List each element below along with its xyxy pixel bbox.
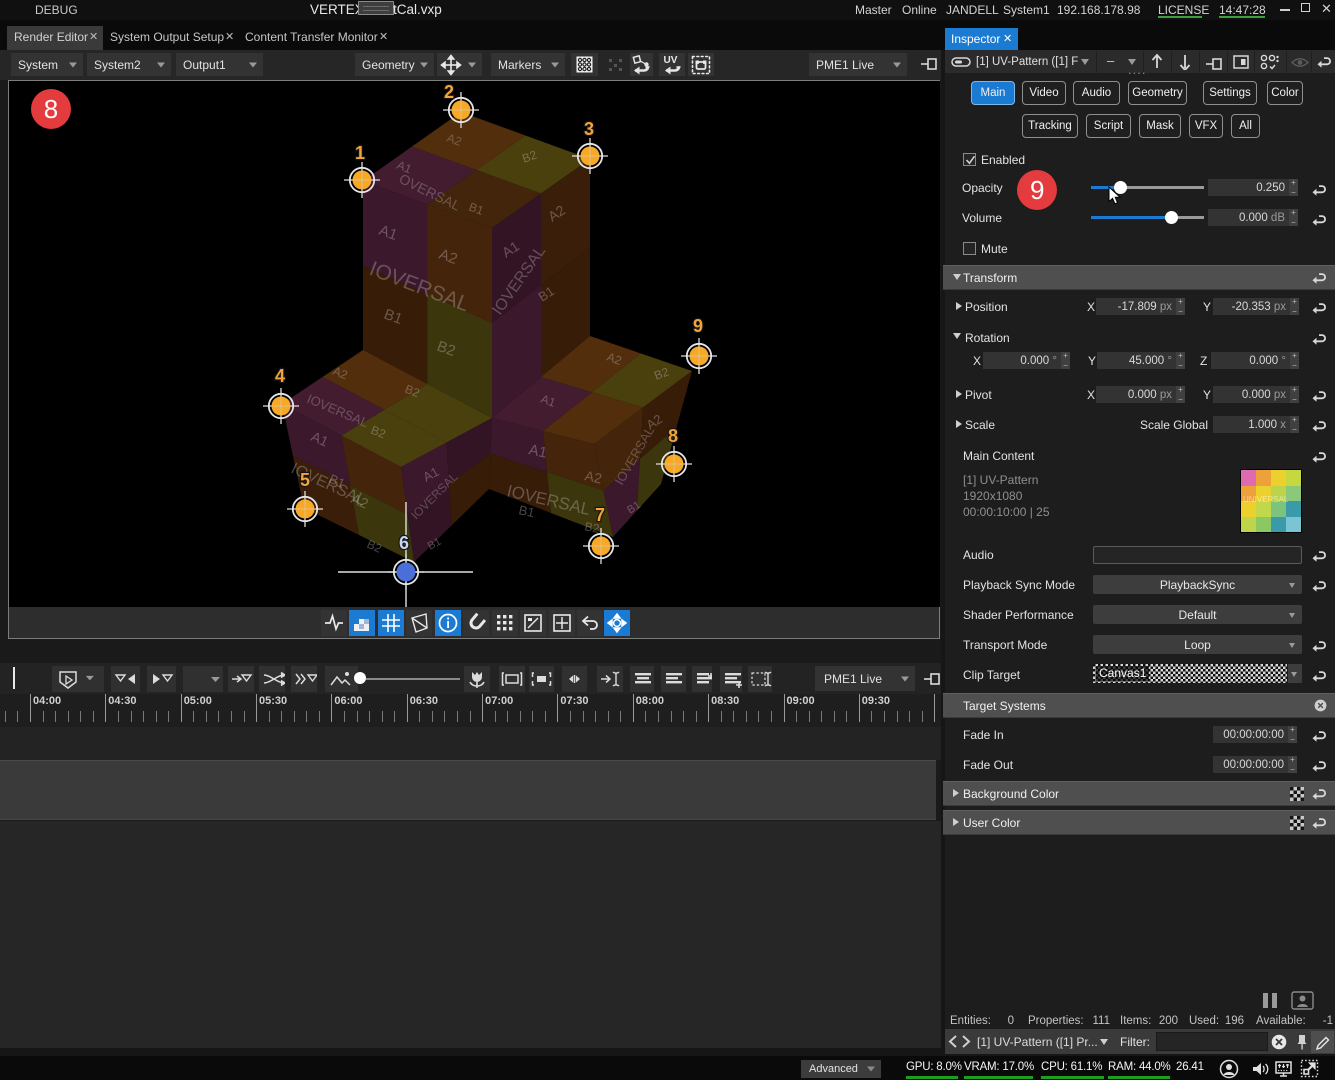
svg-text:8: 8 <box>668 426 678 446</box>
svg-text:6: 6 <box>399 533 409 553</box>
svg-text:4: 4 <box>275 366 285 386</box>
svg-text:7: 7 <box>595 505 605 525</box>
svg-text:3: 3 <box>584 119 594 139</box>
svg-text:1: 1 <box>355 143 365 163</box>
svg-text:2: 2 <box>444 82 454 102</box>
svg-text:UV: UV <box>664 55 678 66</box>
svg-text:9: 9 <box>693 316 703 336</box>
svg-text:8: 8 <box>44 94 58 124</box>
svg-text:5: 5 <box>300 470 310 490</box>
